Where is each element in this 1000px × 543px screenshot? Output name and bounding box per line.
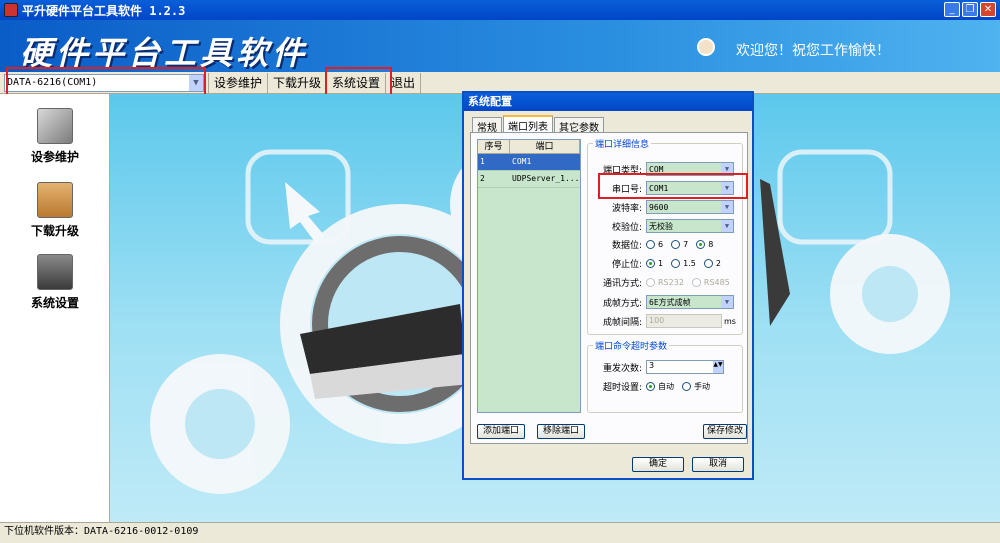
timeout-label: 超时设置: <box>602 383 642 393</box>
welcome-text: 欢迎您！祝您工作愉快！ <box>736 43 890 59</box>
comm-mode-label: 通讯方式: <box>602 279 642 289</box>
column-header-port[interactable]: 端口 <box>510 140 580 153</box>
cell-no: 1 <box>480 157 485 166</box>
close-button[interactable]: ✕ <box>980 2 996 17</box>
rs232-radio[interactable]: RS232 <box>646 278 684 287</box>
cell-port: UDPServer_1... <box>512 174 580 183</box>
port-detail-group: 端口详细信息 端口类型: COM ▼ 串口号: COM1 ▼ 波特率: 9600 ▼ … <box>587 137 743 335</box>
databits-8-radio[interactable]: 8 <box>696 240 713 249</box>
ok-button[interactable]: 确定 <box>632 457 684 472</box>
title-bar: 平升硬件平台工具软件 1.2.3 _ ❐ ✕ <box>0 0 1000 20</box>
retry-value: 3 <box>649 361 655 370</box>
stopbits-1.5-radio[interactable]: 1.5 <box>671 259 696 268</box>
cancel-button[interactable]: 取消 <box>692 457 744 472</box>
window-title: 平升硬件平台工具软件 1.2.3 <box>22 3 186 18</box>
download-box-icon <box>37 182 73 218</box>
table-row[interactable]: 2 UDPServer_1... <box>478 171 580 188</box>
dialog-title: 系统配置 <box>464 93 752 111</box>
frame-interval-input[interactable]: 100 <box>646 314 722 328</box>
parity-label: 校验位: <box>611 222 642 233</box>
sidebar-item-download-upgrade[interactable]: 下载升级 <box>0 182 110 239</box>
baud-value: 9600 <box>649 202 669 212</box>
parity-value: 无校验 <box>649 221 673 231</box>
databits-7-radio[interactable]: 7 <box>671 240 688 249</box>
retry-stepper[interactable]: 3 ▲▼ <box>646 360 724 374</box>
sidebar-item-label: 设参维护 <box>30 150 79 164</box>
frame-mode-label: 成帧方式: <box>602 298 642 309</box>
sidebar-item-system-settings[interactable]: 系统设置 <box>0 254 110 311</box>
chevron-down-icon[interactable]: ▼ <box>721 296 733 308</box>
databits-label: 数据位: <box>611 241 642 251</box>
menu-download-upgrade[interactable]: 下载升级 <box>267 72 326 93</box>
timeout-group: 端口命令超时参数 重发次数: 3 ▲▼ 超时设置: 自动 手动 <box>587 339 743 413</box>
timeout-auto-radio[interactable]: 自动 <box>646 381 674 392</box>
databits-6-radio[interactable]: 6 <box>646 240 663 249</box>
tab-general[interactable]: 常规 <box>472 117 502 134</box>
sidebar: 设参维护 下载升级 系统设置 <box>0 94 110 522</box>
restore-button[interactable]: ❐ <box>962 2 978 17</box>
highlight-com-select <box>598 173 748 199</box>
stepper-arrows-icon[interactable]: ▲▼ <box>713 361 723 373</box>
add-port-button[interactable]: 添加端口 <box>477 424 525 439</box>
menu-param-maintenance[interactable]: 设参维护 <box>208 72 267 93</box>
banner: 硬件平台工具软件 欢迎您！祝您工作愉快！ <box>0 20 1000 72</box>
chevron-down-icon[interactable]: ▼ <box>721 201 733 213</box>
cell-port: COM1 <box>512 157 532 166</box>
port-list[interactable]: 序号 端口 1 COM1 2 UDPServer_1... <box>477 139 581 413</box>
column-header-no[interactable]: 序号 <box>478 140 510 153</box>
minimize-button[interactable]: _ <box>944 2 960 17</box>
baud-select[interactable]: 9600 ▼ <box>646 200 734 214</box>
sidebar-item-label: 系统设置 <box>30 296 79 310</box>
sidebar-item-label: 下载升级 <box>30 224 79 238</box>
system-config-dialog: 系统配置 常规 端口列表 其它参数 序号 端口 1 COM1 2 UDPServ… <box>462 91 754 480</box>
frame-mode-value: 6E方式成帧 <box>649 297 691 307</box>
frame-interval-label: 成帧间隔: <box>602 317 642 328</box>
parity-select[interactable]: 无校验 ▼ <box>646 219 734 233</box>
frame-mode-select[interactable]: 6E方式成帧 ▼ <box>646 295 734 309</box>
chevron-down-icon[interactable]: ▼ <box>721 220 733 232</box>
table-row[interactable]: 1 COM1 <box>478 154 580 171</box>
retry-label: 重发次数: <box>602 363 642 374</box>
group-title: 端口命令超时参数 <box>593 339 670 352</box>
interval-unit: ms <box>724 316 736 326</box>
tools-icon <box>37 108 73 144</box>
group-title: 端口详细信息 <box>593 137 652 150</box>
tab-other-params[interactable]: 其它参数 <box>554 117 604 134</box>
stopbits-2-radio[interactable]: 2 <box>703 259 721 268</box>
save-changes-button[interactable]: 保存修改 <box>703 424 747 439</box>
rs485-radio[interactable]: RS485 <box>691 278 730 287</box>
user-avatar-icon <box>697 38 715 56</box>
cell-no: 2 <box>480 174 485 183</box>
baud-label: 波特率: <box>611 203 642 214</box>
remove-port-button[interactable]: 移除端口 <box>537 424 585 439</box>
sidebar-item-param-maintenance[interactable]: 设参维护 <box>0 108 110 165</box>
timeout-manual-radio[interactable]: 手动 <box>682 381 710 392</box>
status-bar: 下位机软件版本：DATA-6216-0012-0109 <box>0 522 1000 543</box>
app-icon <box>4 3 18 17</box>
stopbits-1-radio[interactable]: 1 <box>646 259 663 268</box>
settings-panel-icon <box>37 254 73 290</box>
stopbits-label: 停止位: <box>611 260 642 270</box>
tab-port-list[interactable]: 端口列表 <box>503 115 553 133</box>
